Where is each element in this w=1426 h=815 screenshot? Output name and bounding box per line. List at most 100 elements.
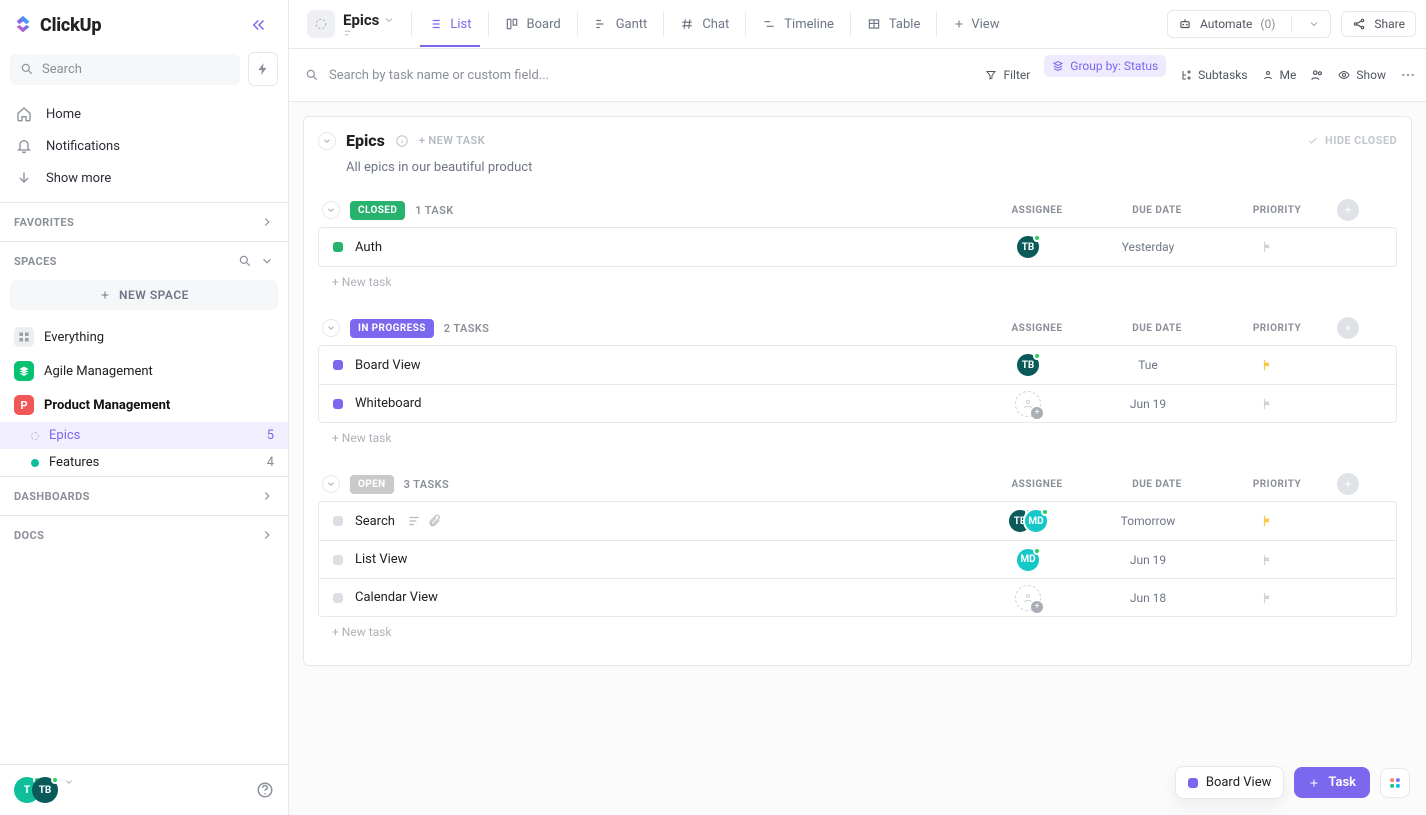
assign-button[interactable]: + (1015, 585, 1041, 611)
task-row[interactable]: Board View TB Tue (319, 346, 1396, 384)
panel-new-task-button[interactable]: + NEW TASK (419, 134, 485, 147)
add-view-button[interactable]: View (945, 11, 1007, 38)
show-button[interactable]: Show (1338, 68, 1386, 82)
view-tab-timeline[interactable]: Timeline (754, 11, 842, 38)
chevron-down-icon[interactable] (260, 254, 274, 268)
attachment-icon[interactable] (427, 514, 441, 528)
task-assignee-cell[interactable]: TB (968, 234, 1088, 260)
view-tab-gantt[interactable]: Gantt (586, 11, 656, 38)
task-assignee-cell[interactable]: + (968, 585, 1088, 611)
view-tab-table[interactable]: Table (859, 11, 928, 38)
group-status-label[interactable]: IN PROGRESS (350, 319, 434, 338)
space-agile[interactable]: Agile Management (0, 354, 288, 388)
task-row[interactable]: Auth TB Yesterday (319, 228, 1396, 266)
flag-icon[interactable] (1261, 358, 1275, 372)
task-status-dot[interactable] (333, 593, 343, 603)
nav-show-more[interactable]: Show more (0, 162, 288, 194)
panel-collapse-button[interactable] (318, 132, 336, 150)
col-due[interactable]: DUE DATE (1097, 205, 1217, 216)
group-by-button[interactable]: Group by: Status (1044, 55, 1166, 77)
task-due-cell[interactable]: Tomorrow (1088, 514, 1208, 528)
filter-button[interactable]: Filter (985, 68, 1030, 82)
task-priority-cell[interactable] (1208, 240, 1328, 254)
task-status-dot[interactable] (333, 360, 343, 370)
sidebar-search[interactable]: Search (10, 54, 240, 85)
group-status-label[interactable]: OPEN (350, 475, 394, 494)
description-icon[interactable] (407, 514, 421, 528)
task-due-cell[interactable]: Yesterday (1088, 240, 1208, 254)
breadcrumb-title[interactable]: Epics (343, 11, 395, 29)
task-priority-cell[interactable] (1208, 358, 1328, 372)
avatar[interactable]: MD (1023, 508, 1049, 534)
flag-icon[interactable] (1261, 591, 1275, 605)
col-priority[interactable]: PRIORITY (1217, 479, 1337, 490)
task-priority-cell[interactable] (1208, 553, 1328, 567)
sidebar-list-features[interactable]: Features 4 (0, 449, 288, 476)
view-tab-list[interactable]: List (420, 11, 479, 38)
help-icon[interactable] (256, 781, 274, 799)
sidebar-list-epics[interactable]: Epics 5 (0, 422, 288, 449)
task-priority-cell[interactable] (1208, 591, 1328, 605)
flag-icon[interactable] (1261, 553, 1275, 567)
task-assignee-cell[interactable]: TB (968, 352, 1088, 378)
info-icon[interactable] (395, 134, 409, 148)
task-due-cell[interactable]: Tue (1088, 358, 1208, 372)
group-new-task-button[interactable]: + New task (318, 267, 1397, 297)
subtasks-button[interactable]: Subtasks (1180, 68, 1247, 82)
user-stack[interactable]: TTB (14, 777, 74, 803)
minimized-task-card[interactable]: Board View (1175, 766, 1285, 799)
sidebar-collapse-button[interactable] (244, 10, 274, 40)
task-priority-cell[interactable] (1208, 397, 1328, 411)
add-column-button[interactable] (1337, 473, 1359, 495)
task-status-dot[interactable] (333, 242, 343, 252)
apps-button[interactable] (1380, 768, 1410, 798)
assignees-button[interactable] (1310, 68, 1324, 82)
task-row[interactable]: Calendar View + Jun 18 (319, 578, 1396, 616)
view-tab-chat[interactable]: Chat (672, 11, 737, 38)
task-assignee-cell[interactable]: TBMD (968, 508, 1088, 534)
avatar[interactable]: MD (1015, 547, 1041, 573)
group-new-task-button[interactable]: + New task (318, 423, 1397, 453)
group-collapse-button[interactable] (322, 475, 340, 493)
group-collapse-button[interactable] (322, 201, 340, 219)
task-search[interactable]: Search by task name or custom field... (299, 64, 985, 87)
col-priority[interactable]: PRIORITY (1217, 205, 1337, 216)
space-everything[interactable]: Everything (0, 320, 288, 354)
col-priority[interactable]: PRIORITY (1217, 323, 1337, 334)
automate-button[interactable]: Automate (0) (1167, 10, 1331, 38)
task-row[interactable]: List View MD Jun 19 (319, 540, 1396, 578)
add-column-button[interactable] (1337, 199, 1359, 221)
nav-home[interactable]: Home (0, 98, 288, 130)
group-status-label[interactable]: CLOSED (350, 201, 405, 220)
chevron-right-icon[interactable] (260, 528, 274, 542)
task-assignee-cell[interactable]: + (968, 391, 1088, 417)
group-collapse-button[interactable] (322, 319, 340, 337)
flag-icon[interactable] (1261, 514, 1275, 528)
task-row[interactable]: Whiteboard + Jun 19 (319, 384, 1396, 422)
chevron-right-icon[interactable] (260, 215, 274, 229)
drag-handle-icon[interactable] (343, 29, 357, 37)
avatar[interactable]: TB (1015, 234, 1041, 260)
task-due-cell[interactable]: Jun 18 (1088, 591, 1208, 605)
flag-icon[interactable] (1261, 397, 1275, 411)
space-product[interactable]: P Product Management (0, 388, 288, 422)
list-icon-button[interactable] (307, 10, 335, 38)
view-tab-board[interactable]: Board (497, 11, 569, 38)
task-row[interactable]: Search TBMD Tomorrow (319, 502, 1396, 540)
assign-button[interactable]: + (1015, 391, 1041, 417)
task-assignee-cell[interactable]: MD (968, 547, 1088, 573)
col-assignee[interactable]: ASSIGNEE (977, 323, 1097, 334)
chevron-right-icon[interactable] (260, 489, 274, 503)
task-status-dot[interactable] (333, 516, 343, 526)
col-due[interactable]: DUE DATE (1097, 323, 1217, 334)
add-column-button[interactable] (1337, 317, 1359, 339)
col-due[interactable]: DUE DATE (1097, 479, 1217, 490)
task-status-dot[interactable] (333, 399, 343, 409)
new-task-fab[interactable]: Task (1294, 767, 1370, 798)
quick-actions-button[interactable] (248, 52, 278, 86)
col-assignee[interactable]: ASSIGNEE (977, 479, 1097, 490)
flag-icon[interactable] (1261, 240, 1275, 254)
search-icon[interactable] (238, 254, 252, 268)
me-button[interactable]: Me (1262, 68, 1297, 82)
avatar[interactable]: TB (1015, 352, 1041, 378)
